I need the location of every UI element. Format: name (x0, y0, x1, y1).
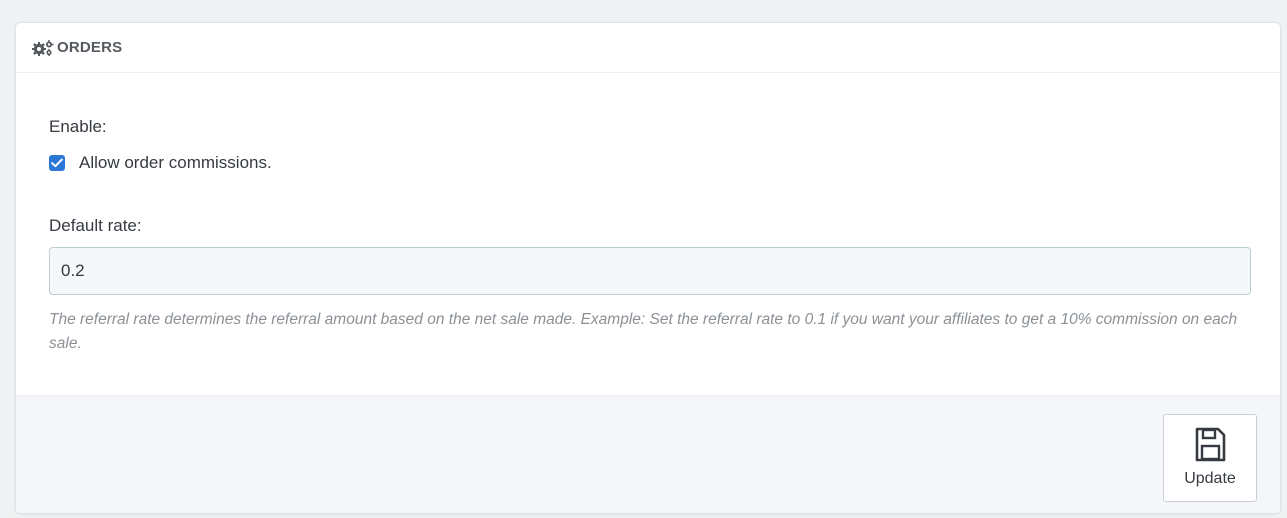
cogs-icon (32, 39, 54, 56)
allow-commissions-row[interactable]: Allow order commissions. (49, 153, 272, 173)
update-button[interactable]: Update (1163, 414, 1257, 502)
allow-commissions-label[interactable]: Allow order commissions. (79, 153, 272, 173)
panel-footer: Update (16, 395, 1280, 513)
allow-commissions-checkbox[interactable] (49, 155, 65, 171)
panel-heading: ORDERS (16, 23, 1280, 73)
save-icon (1195, 427, 1226, 462)
default-rate-input[interactable] (49, 247, 1251, 295)
panel-title: ORDERS (57, 39, 123, 56)
checkmark-icon (51, 158, 63, 168)
rate-help-text: The referral rate determines the referra… (49, 311, 1238, 352)
enable-label: Enable: (49, 117, 107, 136)
default-rate-label: Default rate: (49, 216, 142, 235)
update-label: Update (1184, 470, 1236, 487)
orders-panel: ORDERS Enable: Allow order commissions. … (15, 22, 1281, 514)
